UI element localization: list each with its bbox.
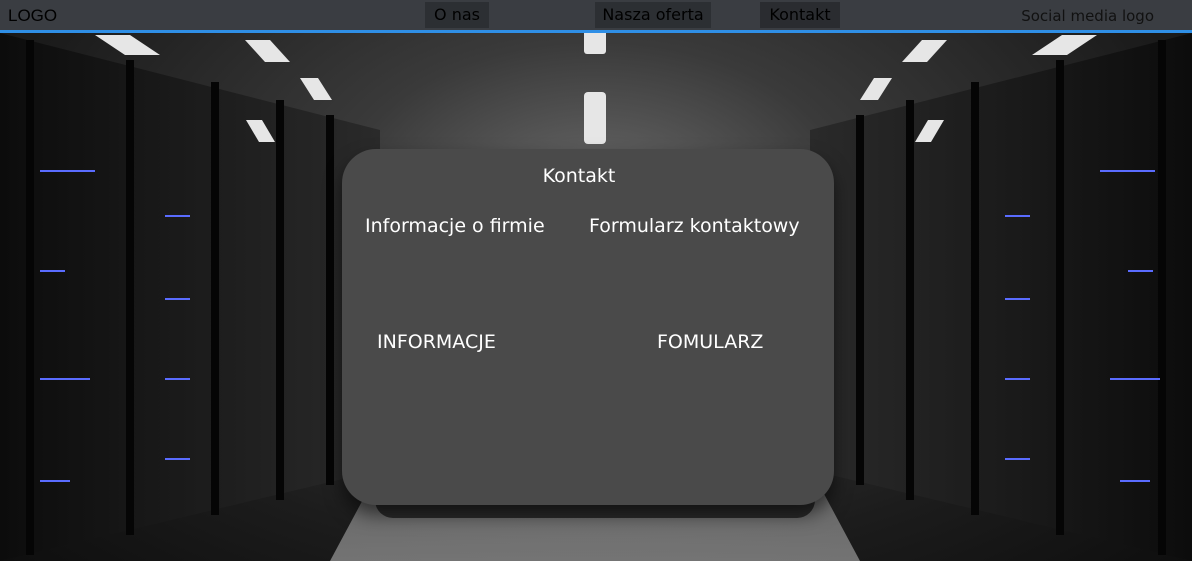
company-info-heading: Informacje o firmie [365,215,545,237]
contact-form-heading: Formularz kontaktowy [589,215,800,237]
contact-form-content[interactable]: FOMULARZ [657,331,763,353]
contact-card: Kontakt Informacje o firmie Formularz ko… [342,149,834,505]
logo[interactable]: LOGO [8,6,57,26]
company-info-content: INFORMACJE [377,331,496,353]
top-header: LOGO O nas Nasza oferta Kontakt Social m… [0,0,1192,30]
social-media-logo[interactable]: Social media logo [1021,7,1154,25]
nav-o-nas[interactable]: O nas [425,2,489,28]
nav-kontakt[interactable]: Kontakt [760,2,840,28]
header-accent-line [0,30,1192,33]
contact-title: Kontakt [542,165,616,187]
nav-nasza-oferta[interactable]: Nasza oferta [595,2,711,28]
